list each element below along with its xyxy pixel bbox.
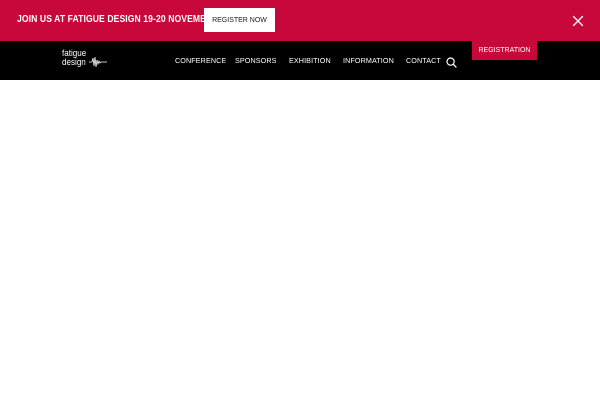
page-content xyxy=(0,80,600,400)
register-now-button[interactable]: REGISTER NOW xyxy=(204,8,275,32)
nav-item-information[interactable]: INFORMATION xyxy=(343,56,394,65)
promo-banner: JOIN US AT FATIGUE DESIGN 19-20 NOVEMBER… xyxy=(0,0,600,41)
main-header: fatigue design CONFERENCE SPONSORS EXHIB… xyxy=(0,41,600,80)
nav-item-conference[interactable]: CONFERENCE xyxy=(175,56,226,65)
registration-button[interactable]: REGISTRATION xyxy=(472,41,537,60)
nav-item-exhibition[interactable]: EXHIBITION xyxy=(289,56,331,65)
search-icon[interactable] xyxy=(446,55,457,68)
nav-item-sponsors[interactable]: SPONSORS xyxy=(235,56,277,65)
close-icon[interactable] xyxy=(572,14,584,27)
nav-item-contact[interactable]: CONTACT xyxy=(406,56,441,65)
